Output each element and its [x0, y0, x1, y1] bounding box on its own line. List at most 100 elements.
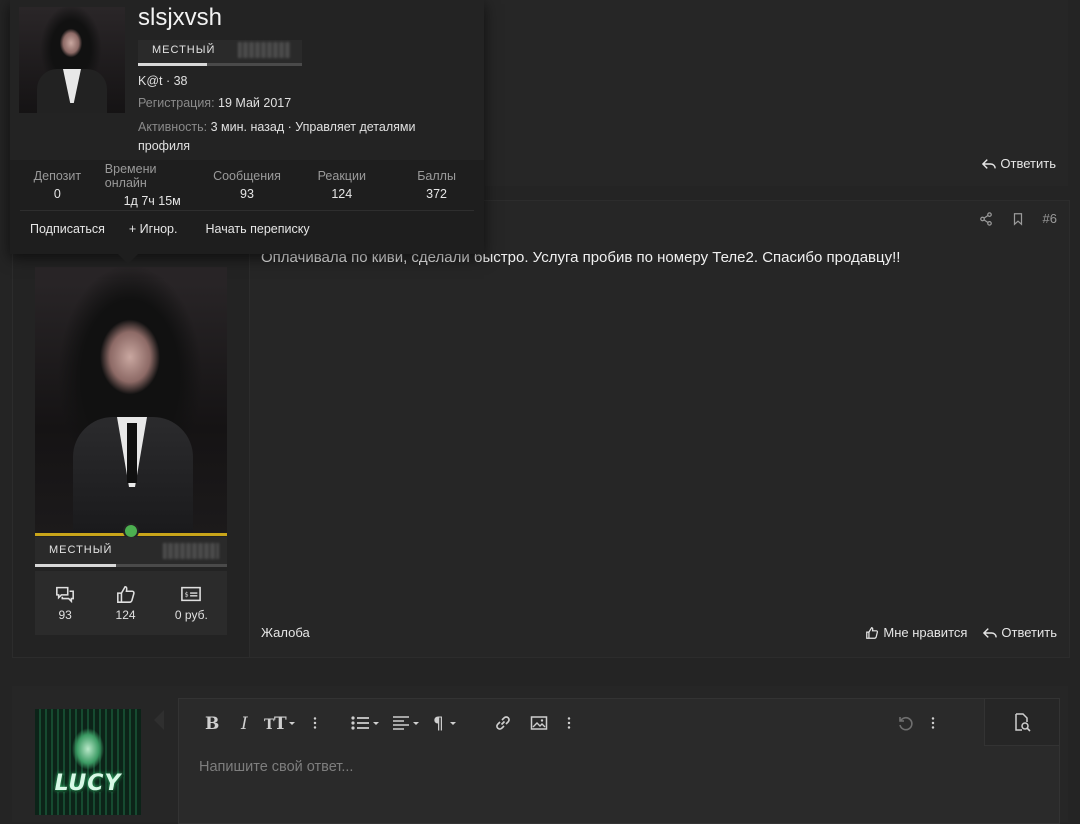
stat-messages-label: Сообщения: [213, 169, 281, 183]
italic-button[interactable]: I: [233, 699, 257, 747]
hover-card-rank-fill: [138, 63, 207, 66]
stat-online-time-value: 1д 7ч 15м: [123, 194, 181, 208]
hover-card-username[interactable]: slsjxvsh: [138, 4, 222, 32]
hover-card-activity: Активность: 3 мин. назад · Управляет дет…: [138, 118, 458, 156]
preview-button[interactable]: [984, 699, 1059, 746]
align-button[interactable]: [391, 699, 425, 747]
hover-card-pointer: [118, 254, 138, 264]
stat-points-label: Баллы: [417, 169, 456, 183]
current-user-avatar[interactable]: LUCY: [35, 709, 141, 815]
user-rank-label: МЕСТНЫЙ: [49, 544, 113, 556]
rank-progress-fill: [35, 564, 116, 567]
user-rank-banner: МЕСТНЫЙ: [35, 537, 227, 567]
quick-reply: LUCY B I TT ¶ Напишите свой ответ...: [12, 686, 1068, 824]
bookmark-icon[interactable]: [1011, 212, 1025, 226]
stat-points[interactable]: Баллы 372: [389, 160, 484, 210]
bold-button[interactable]: B: [199, 699, 223, 747]
stat-deposit-value: 0: [53, 187, 61, 201]
more-icon: [567, 717, 571, 729]
reply-input[interactable]: Напишите свой ответ...: [199, 759, 353, 775]
hover-card-actions: Подписаться + Игнор. Начать переписку: [20, 222, 310, 236]
stat-reactions-value: 124: [331, 187, 353, 201]
prev-reply-button[interactable]: Ответить: [982, 156, 1056, 171]
hover-card-meta: K@t · 38: [138, 74, 188, 88]
stat-reactions-label: Реакции: [317, 169, 366, 183]
undo-icon: [899, 716, 913, 731]
link-button[interactable]: [491, 699, 515, 747]
more-icon: [313, 717, 317, 729]
ignore-button[interactable]: + Игнор.: [129, 222, 178, 236]
list-button[interactable]: [349, 699, 383, 747]
more-editor-options[interactable]: [925, 699, 941, 747]
stat-messages[interactable]: Сообщения 93: [200, 160, 295, 210]
money-icon: $: [181, 586, 202, 602]
image-button[interactable]: [527, 699, 551, 747]
svg-text:$: $: [185, 592, 189, 599]
undo-button[interactable]: [893, 699, 917, 747]
svg-text:T: T: [274, 714, 287, 732]
hover-card-blurred-badge: [238, 42, 290, 58]
user-stat-messages[interactable]: 93: [54, 584, 76, 622]
svg-text:I: I: [240, 714, 248, 732]
stat-online-time: Времени онлайн 1д 7ч 15м: [105, 160, 200, 210]
text-size-icon: TT: [264, 714, 295, 732]
follow-button[interactable]: Подписаться: [30, 222, 105, 236]
activity-label: Активность:: [138, 120, 208, 134]
activity-value-cont: профиля: [138, 139, 191, 153]
share-icon[interactable]: [979, 211, 993, 226]
user-stat-balance[interactable]: $ 0 руб.: [175, 584, 208, 622]
activity-value: 3 мин. назад · Управляет деталями: [210, 120, 416, 134]
blurred-badge: [163, 543, 219, 559]
more-text-options[interactable]: [307, 699, 323, 747]
hover-card-avatar[interactable]: [19, 7, 125, 113]
hover-card-stats: Депозит 0 Времени онлайн 1д 7ч 15м Сообщ…: [10, 160, 484, 210]
thumbs-up-icon: [116, 585, 135, 603]
like-label: Мне нравится: [883, 625, 968, 640]
hover-card-rank-progress: [138, 63, 302, 66]
stat-points-value: 372: [426, 187, 448, 201]
registration-label: Регистрация:: [138, 96, 215, 110]
like-icon: [866, 626, 879, 639]
svg-text:B: B: [205, 714, 219, 732]
post-number[interactable]: #6: [1043, 211, 1057, 226]
image-icon: [530, 716, 548, 730]
more-icon: [931, 717, 935, 729]
reply-pointer: [154, 710, 164, 730]
reply-icon: [982, 158, 997, 169]
hover-card-header: slsjxvsh МЕСТНЫЙ K@t · 38 Регистрация: 1…: [10, 0, 484, 160]
bold-icon: B: [205, 714, 219, 732]
link-icon: [496, 716, 510, 730]
post-footer-actions: Мне нравится Ответить: [865, 625, 1057, 640]
editor-toolbar: B I TT ¶: [179, 699, 1059, 747]
align-icon: [393, 716, 419, 730]
stat-messages-value: 93: [240, 187, 254, 201]
hover-card-divider: [20, 210, 474, 211]
report-button[interactable]: Жалоба: [261, 625, 310, 640]
paragraph-button[interactable]: ¶: [433, 699, 463, 747]
stat-online-time-label: Времени онлайн: [104, 162, 157, 190]
user-hover-card: slsjxvsh МЕСТНЫЙ K@t · 38 Регистрация: 1…: [10, 0, 484, 254]
user-stat-reactions[interactable]: 124: [115, 584, 137, 622]
user-stats: 93 124 $ 0 руб.: [35, 571, 227, 635]
prev-reply-label: Ответить: [1000, 156, 1056, 171]
user-balance: 0 руб.: [174, 608, 208, 622]
reply-label: Ответить: [1001, 625, 1057, 640]
post-header-actions: #6: [979, 211, 1057, 226]
stat-reactions[interactable]: Реакции 124: [294, 160, 389, 210]
user-reactions-count: 124: [115, 608, 136, 622]
svg-text:¶: ¶: [433, 714, 444, 732]
paragraph-icon: ¶: [433, 714, 456, 732]
reply-button[interactable]: Ответить: [983, 625, 1057, 640]
like-button[interactable]: Мне нравится: [865, 625, 967, 640]
text-size-button[interactable]: TT: [263, 699, 299, 747]
avatar-lucy-text: LUCY: [54, 771, 122, 796]
hover-card-registration: Регистрация: 19 Май 2017: [138, 96, 291, 110]
hover-card-rank-label: МЕСТНЫЙ: [152, 44, 216, 56]
stat-deposit-label: Депозит: [33, 169, 82, 183]
user-messages-count: 93: [58, 608, 72, 622]
more-insert-options[interactable]: [561, 699, 577, 747]
reply-editor[interactable]: B I TT ¶ Напишите свой ответ...: [178, 698, 1060, 824]
italic-icon: I: [240, 714, 248, 732]
start-conversation-button[interactable]: Начать переписку: [206, 222, 310, 236]
user-avatar[interactable]: [35, 267, 227, 535]
